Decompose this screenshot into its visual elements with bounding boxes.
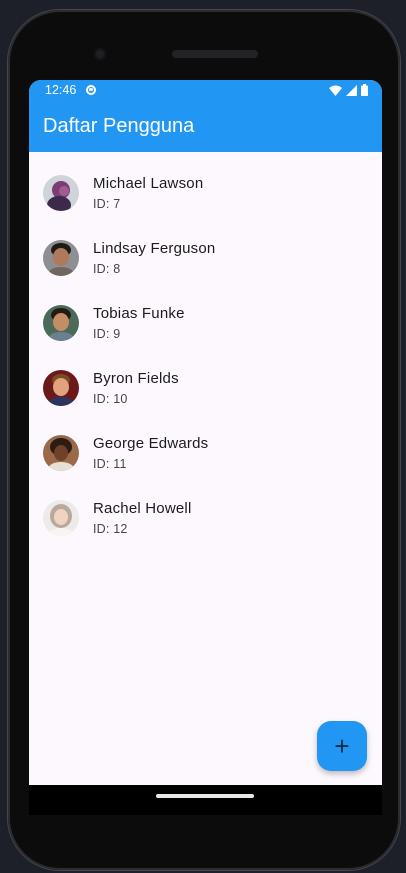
add-user-button[interactable]: + bbox=[317, 721, 367, 771]
app-screen: 12:46 Daftar Pengguna Michael Lawson ID:… bbox=[29, 80, 382, 785]
avatar bbox=[43, 174, 79, 211]
avatar bbox=[43, 499, 79, 536]
avatar bbox=[43, 434, 79, 471]
user-name: George Edwards bbox=[93, 434, 209, 452]
list-item[interactable]: Lindsay Ferguson ID: 8 bbox=[29, 225, 382, 290]
user-name: Michael Lawson bbox=[93, 174, 204, 192]
user-name: Byron Fields bbox=[93, 369, 179, 387]
user-id: ID: 10 bbox=[93, 391, 128, 406]
page-title: Daftar Pengguna bbox=[43, 114, 195, 137]
app-bar: Daftar Pengguna bbox=[29, 100, 382, 152]
status-icons bbox=[329, 84, 368, 96]
user-id: ID: 7 bbox=[93, 196, 121, 211]
list-item[interactable]: Tobias Funke ID: 9 bbox=[29, 290, 382, 355]
sync-icon bbox=[86, 85, 97, 95]
navigation-bar bbox=[29, 785, 382, 815]
avatar bbox=[43, 304, 79, 341]
user-id: ID: 9 bbox=[93, 326, 121, 341]
battery-icon bbox=[361, 84, 368, 96]
wifi-icon bbox=[329, 85, 342, 96]
user-name: Lindsay Ferguson bbox=[93, 239, 216, 257]
user-id: ID: 11 bbox=[93, 456, 127, 471]
front-camera bbox=[94, 48, 106, 60]
user-name: Rachel Howell bbox=[93, 499, 192, 517]
status-time: 12:46 bbox=[45, 83, 77, 97]
user-name: Tobias Funke bbox=[93, 304, 185, 322]
list-item[interactable]: Rachel Howell ID: 12 bbox=[29, 485, 382, 550]
add-icon: + bbox=[334, 731, 350, 761]
user-list: Michael Lawson ID: 7 Lindsay Ferguson ID… bbox=[29, 152, 382, 550]
avatar bbox=[43, 369, 79, 406]
home-indicator[interactable] bbox=[156, 794, 254, 798]
list-item[interactable]: George Edwards ID: 11 bbox=[29, 420, 382, 485]
signal-icon bbox=[346, 84, 357, 96]
user-id: ID: 12 bbox=[93, 521, 128, 536]
list-item[interactable]: Byron Fields ID: 10 bbox=[29, 355, 382, 420]
list-item[interactable]: Michael Lawson ID: 7 bbox=[29, 160, 382, 225]
user-id: ID: 8 bbox=[93, 261, 121, 276]
avatar bbox=[43, 239, 79, 276]
status-bar: 12:46 bbox=[29, 80, 382, 100]
earpiece-speaker bbox=[172, 50, 258, 58]
